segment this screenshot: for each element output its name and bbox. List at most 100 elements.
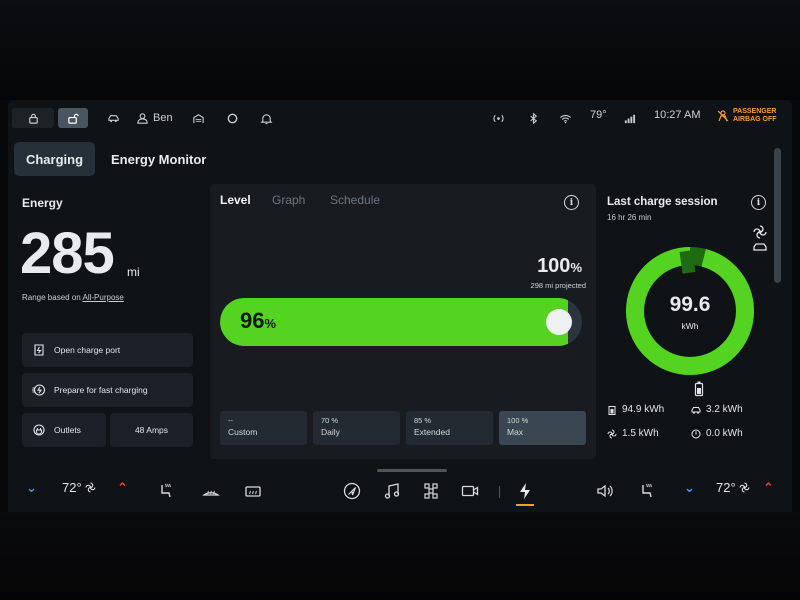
- stat-climate: 1.5 kWh: [607, 428, 659, 439]
- outlets-button[interactable]: Outlets: [22, 413, 106, 447]
- profile-button[interactable]: Ben: [136, 108, 176, 128]
- driver-temperature[interactable]: 72°: [62, 480, 96, 495]
- current-charge-percent-sign: %: [264, 316, 277, 331]
- wifi-icon: [558, 108, 572, 128]
- charging-bolt-icon[interactable]: [514, 480, 536, 502]
- charge-limit-number: 100: [537, 255, 571, 277]
- prepare-fast-charging-button[interactable]: Prepare for fast charging: [22, 373, 193, 407]
- preset-daily[interactable]: 70 % Daily: [313, 411, 400, 445]
- airbag-off-icon: [717, 110, 729, 122]
- range-based-label: Range based on: [22, 293, 81, 302]
- driver-temp-up-button[interactable]: ⌃: [117, 480, 128, 496]
- session-total-unit: kWh: [681, 321, 699, 331]
- seat-heat-icon[interactable]: [155, 480, 177, 502]
- energy-heading: Energy: [22, 196, 63, 210]
- music-icon[interactable]: [381, 480, 403, 502]
- prepare-fast-charging-label: Prepare for fast charging: [54, 385, 148, 395]
- power-small-icon: [691, 429, 701, 438]
- stat-drive: 3.2 kWh: [691, 404, 743, 415]
- last-charge-session-title: Last charge session: [607, 196, 718, 208]
- car-icon[interactable]: [106, 108, 120, 128]
- battery-icon: [694, 381, 704, 397]
- stat-battery-value: 94.9 kWh: [622, 404, 665, 415]
- chevron-up-icon: ⌃: [763, 480, 774, 495]
- preset-custom[interactable]: -- Custom: [220, 411, 307, 445]
- session-info-icon[interactable]: i: [751, 195, 766, 210]
- range-value: 285: [20, 221, 115, 286]
- current-charge-percent: 96%: [240, 308, 276, 334]
- tab-level[interactable]: Level: [220, 193, 251, 207]
- tab-charging[interactable]: Charging: [14, 142, 95, 176]
- passenger-seat-heat-icon[interactable]: [636, 480, 658, 502]
- chevron-down-icon: ⌄: [684, 480, 695, 495]
- tab-energy-monitor[interactable]: Energy Monitor: [111, 142, 206, 176]
- panel-scrollbar[interactable]: [774, 148, 781, 283]
- stat-drive-value: 3.2 kWh: [706, 404, 743, 415]
- charge-level-panel: Level Graph Schedule i 100% 298 mi proje…: [210, 184, 596, 459]
- lock-button[interactable]: [12, 108, 54, 128]
- fast-charge-icon: [32, 384, 46, 396]
- garage-icon[interactable]: [191, 108, 205, 128]
- tab-schedule[interactable]: Schedule: [330, 193, 380, 207]
- passenger-temp-down-button[interactable]: ⌄: [684, 480, 695, 496]
- charge-level-info-icon[interactable]: i: [564, 195, 579, 210]
- clock: 10:27 AM: [654, 109, 701, 121]
- active-app-indicator: [516, 504, 534, 506]
- preset-extended[interactable]: 85 % Extended: [406, 411, 493, 445]
- preset-max-name: Max: [507, 427, 524, 437]
- driver-fan-icon: [85, 482, 96, 493]
- tab-graph[interactable]: Graph: [272, 193, 305, 207]
- preset-custom-value: --: [228, 416, 233, 425]
- battery-small-icon: [608, 405, 616, 415]
- apps-grid-icon[interactable]: [420, 480, 442, 502]
- airbag-line1: PASSENGER: [733, 108, 777, 115]
- camera-icon[interactable]: [459, 480, 481, 502]
- session-total-kwh: 99.6: [669, 293, 711, 316]
- location-signal-icon: [491, 108, 505, 128]
- front-defrost-icon[interactable]: [200, 480, 222, 502]
- dock-drag-indicator[interactable]: [377, 469, 447, 472]
- fan-small-icon: [607, 429, 617, 438]
- charge-limit-percent-sign: %: [570, 260, 582, 275]
- driver-climate-control: ⌄: [26, 480, 37, 496]
- range-mode-link[interactable]: All-Purpose: [83, 293, 124, 302]
- preset-custom-name: Custom: [228, 427, 258, 437]
- outlet-plug-icon: [33, 424, 45, 436]
- display-bezel-top: [0, 0, 800, 100]
- stat-climate-value: 1.5 kWh: [622, 428, 659, 439]
- rear-defrost-icon[interactable]: [242, 480, 264, 502]
- preset-max[interactable]: 100 % Max: [499, 411, 586, 445]
- bottom-dock: ⌄ 72° ⌃ ⌄ 72° ⌃: [16, 468, 792, 515]
- preset-extended-value: 85 %: [414, 416, 432, 425]
- volume-icon[interactable]: [594, 480, 616, 502]
- car-small-icon: [691, 406, 701, 414]
- amps-label: 48 Amps: [134, 425, 169, 435]
- preset-max-value: 100 %: [507, 416, 529, 425]
- passenger-fan-icon: [739, 482, 750, 493]
- dock-separator: [499, 486, 500, 498]
- stat-other-value: 0.0 kWh: [706, 428, 743, 439]
- navigation-icon[interactable]: [341, 480, 363, 502]
- session-duration: 16 hr 26 min: [607, 213, 652, 222]
- charge-limit-handle[interactable]: [546, 309, 572, 335]
- open-charge-port-button[interactable]: Open charge port: [22, 333, 193, 367]
- current-charge-number: 96: [240, 308, 265, 333]
- charge-limit-slider[interactable]: 96%: [220, 298, 582, 346]
- driver-temp-down-button[interactable]: ⌄: [26, 480, 37, 496]
- unlock-icon: [67, 113, 79, 124]
- stat-other: 0.0 kWh: [691, 428, 743, 439]
- lte-signal-icon: [622, 108, 636, 128]
- passenger-temperature[interactable]: 72°: [716, 480, 750, 495]
- passenger-temp-up-button[interactable]: ⌃: [763, 480, 774, 496]
- unlock-button[interactable]: [58, 108, 88, 128]
- charge-limit-projection: 298 mi projected: [530, 281, 586, 290]
- amps-button[interactable]: 48 Amps: [110, 413, 193, 447]
- stat-battery: 94.9 kWh: [607, 404, 664, 415]
- driver-temp-value: 72°: [62, 480, 82, 495]
- airbag-line2: AIRBAG OFF: [733, 116, 777, 123]
- voice-assistant-icon[interactable]: [225, 108, 239, 128]
- notification-bell-icon[interactable]: [259, 108, 273, 128]
- preset-daily-name: Daily: [321, 427, 340, 437]
- range-based-on: Range based on All-Purpose: [22, 293, 124, 302]
- chevron-up-icon: ⌃: [117, 480, 128, 495]
